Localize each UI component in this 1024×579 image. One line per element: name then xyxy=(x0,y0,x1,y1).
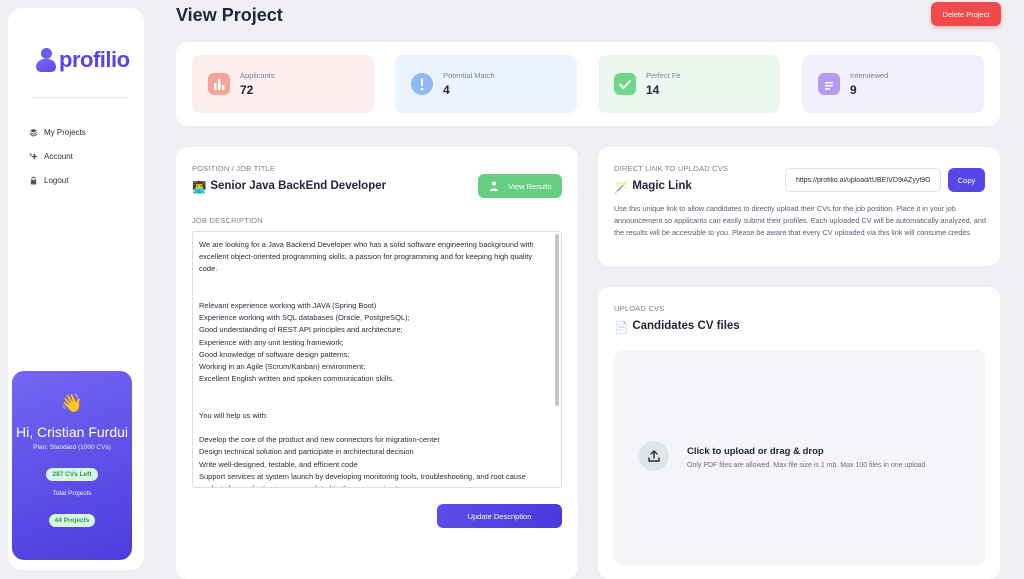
sidebar-item-account[interactable]: Account xyxy=(28,144,86,168)
dropzone-title: Click to upload or drag & drop xyxy=(687,446,824,457)
user-greeting: Hi, Cristian Furdui xyxy=(15,424,129,440)
sidebar-item-label: My Projects xyxy=(44,127,86,137)
sidebar-item-my-projects[interactable]: My Projects xyxy=(28,120,86,144)
upload-caption: UPLOAD CVS xyxy=(614,304,665,313)
magic-wand-icon: 🪄 xyxy=(614,182,629,194)
magic-link-description: Use this unique link to allow candidates… xyxy=(614,204,986,238)
job-description-text: We are looking for a Java Backend Develo… xyxy=(199,240,534,487)
plan-label: Plan: Standard (1000 CVs) xyxy=(33,444,111,451)
stats-panel: Applicants 72 Potential Match 4 Perfect Fi… xyxy=(176,42,1000,126)
layers-icon xyxy=(28,127,38,137)
stat-potential-match: Potential Match 4 xyxy=(395,55,577,113)
position-caption: POSITION / JOB TITLE xyxy=(192,164,276,173)
upload-title-text: Candidates CV files xyxy=(632,320,740,332)
job-description-textarea[interactable]: We are looking for a Java Backend Develo… xyxy=(192,231,562,488)
job-title: 👨‍💻 Senior Java BackEnd Developer xyxy=(192,180,386,194)
copy-link-button[interactable]: Copy xyxy=(948,168,985,192)
view-results-label: View Results xyxy=(508,181,552,191)
sidebar-item-logout[interactable]: Logout xyxy=(28,168,86,192)
magic-link-title: 🪄 Magic Link xyxy=(614,180,692,194)
user-plan-card: 👋 Hi, Cristian Furdui Plan: Standard (10… xyxy=(12,371,132,560)
brand-name: profilio xyxy=(59,47,130,72)
stat-label: Applicants xyxy=(240,71,275,80)
sparkle-icon xyxy=(28,151,38,161)
bar-chart-icon xyxy=(208,73,230,95)
stat-label: Perfect Fit xyxy=(646,71,681,80)
stat-label: Potential Match xyxy=(443,71,495,80)
upload-icon xyxy=(639,441,669,471)
view-results-button[interactable]: View Results xyxy=(478,174,562,198)
stat-value: 4 xyxy=(443,83,450,97)
sidebar-item-label: Logout xyxy=(44,175,69,185)
sidebar-divider xyxy=(32,97,128,98)
logo[interactable]: profilio xyxy=(36,46,130,74)
sidebar-item-label: Account xyxy=(44,151,73,161)
stat-value: 9 xyxy=(850,83,857,97)
page-facing-up-icon: 📄 xyxy=(614,322,629,334)
waving-hand-icon: 👋 xyxy=(60,393,84,413)
sidebar: profilio My Projects Account Logout 👋 Hi… xyxy=(8,8,144,570)
page-title: View Project xyxy=(176,5,283,25)
upload-title: 📄 Candidates CV files xyxy=(614,320,740,334)
developer-emoji-icon: 👨‍💻 xyxy=(192,182,207,194)
stat-interviewed: Interviewed 9 xyxy=(802,55,984,113)
cvs-left-badge: 287 CVs Left xyxy=(46,468,98,481)
magic-link-title-text: Magic Link xyxy=(632,180,692,192)
stat-applicants: Applicants 72 xyxy=(192,55,374,113)
document-icon xyxy=(818,73,840,95)
stat-value: 14 xyxy=(646,83,660,97)
direct-link-caption: DIRECT LINK TO UPLOAD CVS xyxy=(614,164,729,173)
stat-value: 72 xyxy=(240,83,254,97)
alert-circle-icon xyxy=(411,73,433,95)
total-projects-label: Total Projects xyxy=(52,490,92,497)
delete-project-button[interactable]: Delete Project xyxy=(931,2,1001,26)
projects-count-badge: 44 Projects xyxy=(48,514,96,527)
stat-label: Interviewed xyxy=(850,71,889,80)
job-title-text: Senior Java BackEnd Developer xyxy=(210,180,387,192)
lock-icon xyxy=(28,175,38,185)
magic-link-url-field[interactable] xyxy=(785,168,941,192)
sidebar-nav: My Projects Account Logout xyxy=(28,120,86,192)
people-icon xyxy=(490,181,499,191)
job-description-caption: JOB DESCRIPTION xyxy=(192,216,263,225)
profilio-logo-icon xyxy=(36,46,58,74)
stat-perfect-fit: Perfect Fit 14 xyxy=(598,55,780,113)
update-description-button[interactable]: Update Description xyxy=(437,504,562,528)
check-icon xyxy=(614,73,636,95)
cv-dropzone[interactable]: Click to upload or drag & drop Only PDF … xyxy=(614,350,985,565)
textarea-scrollbar[interactable] xyxy=(555,234,559,406)
dropzone-hint: Only PDF files are allowed. Max file siz… xyxy=(687,462,926,469)
